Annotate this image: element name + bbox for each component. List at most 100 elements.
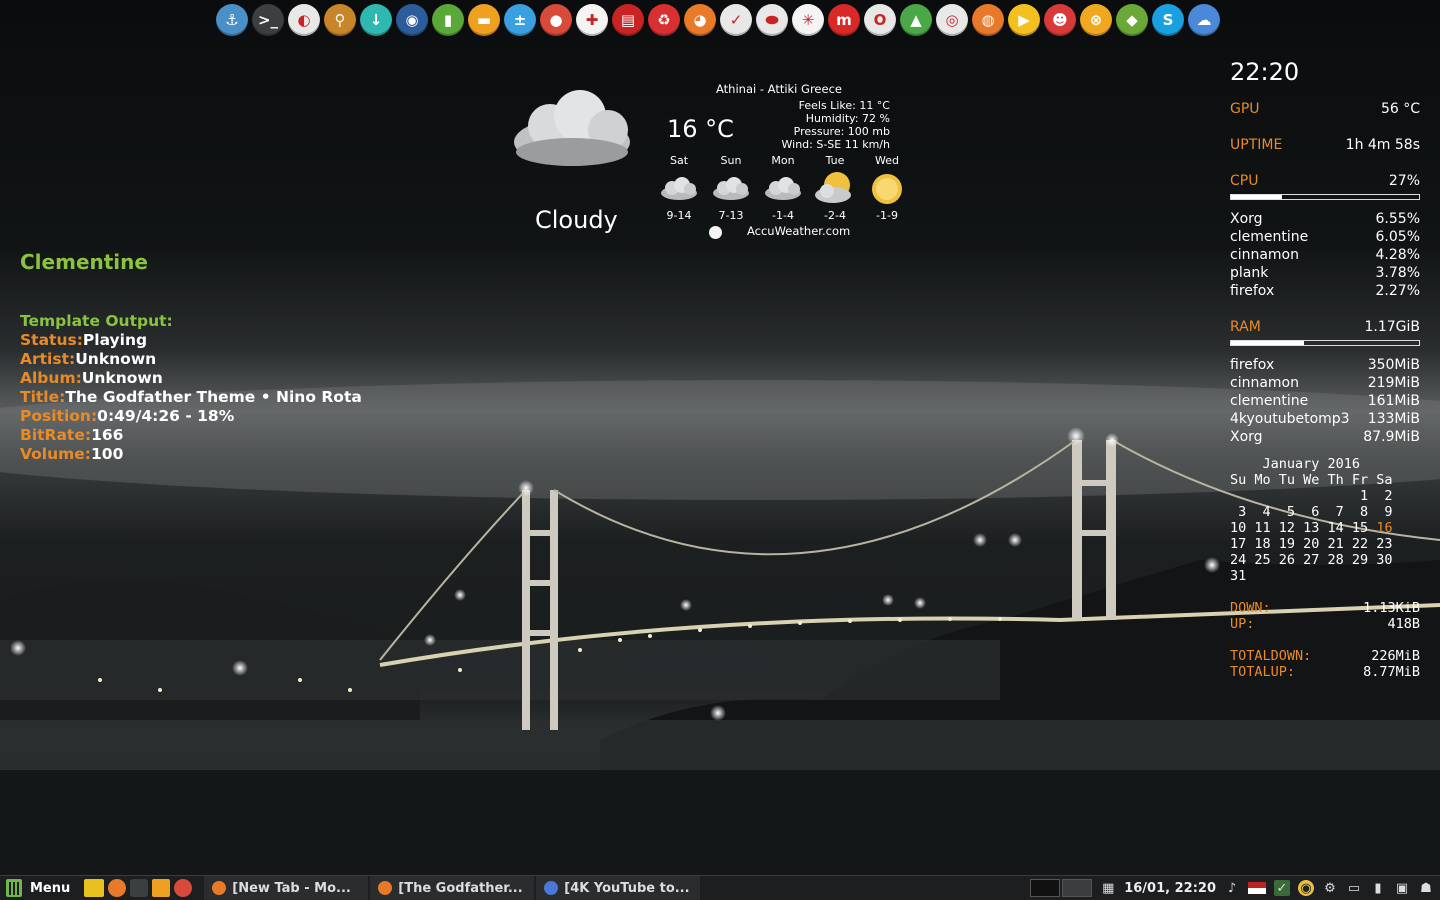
notifications-icon[interactable]: ▭ <box>1346 880 1362 896</box>
record-launcher-icon[interactable] <box>174 879 193 897</box>
media-player-icon[interactable]: ▶ <box>1008 4 1040 36</box>
forecast-day-name: Sun <box>720 154 742 167</box>
clementine-row: Title:The Godfather Theme • Nino Rota <box>20 388 362 407</box>
show-desktop-icon[interactable] <box>84 879 105 897</box>
xbmc-icon[interactable]: ⊗ <box>1080 4 1112 36</box>
process-value: 350MiB <box>1367 357 1420 373</box>
firefox-icon[interactable]: ◕ <box>684 4 716 36</box>
ram-bar-fill <box>1231 341 1305 345</box>
menu-button[interactable]: Menu <box>0 876 76 900</box>
user-icon[interactable]: ☗ <box>1418 880 1434 896</box>
game-icon[interactable]: ☻ <box>1044 4 1076 36</box>
taskbar-window-button[interactable]: [New Tab - Mo... <box>204 875 369 900</box>
totalup-label: TOTALUP: <box>1230 664 1296 680</box>
process-row: 4kyoutubetomp3 133MiB <box>1230 410 1420 428</box>
totaldown-label: TOTALDOWN: <box>1230 648 1312 664</box>
window-app-icon <box>378 881 393 895</box>
fruit-icon[interactable]: ◆ <box>1116 4 1148 36</box>
clipboard-icon[interactable]: ◉ <box>1298 880 1314 896</box>
gpu-row: GPU 56 °C <box>1230 100 1420 118</box>
forecast-range: -2-4 <box>824 209 846 222</box>
firefox-launcher-icon[interactable] <box>108 879 127 897</box>
terminal-icon[interactable]: >_ <box>252 4 284 36</box>
process-value: 87.9MiB <box>1363 429 1420 445</box>
process-name: 4kyoutubetomp3 <box>1230 411 1350 427</box>
panel-launchers <box>84 879 193 897</box>
image-viewer-icon[interactable]: ▲ <box>900 4 932 36</box>
moon-phase-icon <box>709 226 722 239</box>
clementine-value: 100 <box>91 445 124 463</box>
cpu-value: 27% <box>1388 173 1420 189</box>
music-note-icon[interactable]: ♪ <box>1224 880 1240 896</box>
workspace-2[interactable] <box>1062 879 1093 897</box>
cloud-icon <box>514 90 630 166</box>
taskbar-window-button[interactable]: [The Godfather... <box>370 875 535 900</box>
skype-icon[interactable]: S <box>1152 4 1184 36</box>
forecast-sun-cloud-icon <box>809 171 861 207</box>
clementine-row: Volume:100 <box>20 445 362 464</box>
search-icon[interactable]: ⚲ <box>324 4 356 36</box>
clementine-heading: Template Output: <box>20 312 173 330</box>
basketball-icon[interactable]: ◍ <box>972 4 1004 36</box>
download-icon[interactable]: ↓ <box>360 4 392 36</box>
ram-value: 1.17GiB <box>1364 319 1420 335</box>
battery-icon[interactable]: ▮ <box>1370 880 1386 896</box>
forecast-day-name: Tue <box>825 154 845 167</box>
process-name: Xorg <box>1230 211 1263 227</box>
browser-icon[interactable]: ◉ <box>396 4 428 36</box>
usb-icon[interactable]: ▮ <box>432 4 464 36</box>
weather-temperature: 16 °C <box>667 115 734 143</box>
workspace-switcher <box>1030 879 1093 897</box>
settings-gear-icon[interactable]: ⚙ <box>1322 880 1338 896</box>
weather-condition: Cloudy <box>535 206 618 234</box>
process-value: 219MiB <box>1367 375 1420 391</box>
m-app-icon[interactable]: m <box>828 4 860 36</box>
workspace-1[interactable] <box>1030 879 1061 897</box>
taskbar-window-button[interactable]: [4K YouTube to... <box>536 875 701 900</box>
process-name: Xorg <box>1230 429 1263 445</box>
process-row: plank 3.78% <box>1230 264 1420 282</box>
shape-icon[interactable]: ⬬ <box>756 4 788 36</box>
uptime-value: 1h 4m 58s <box>1345 137 1420 153</box>
apps-icon[interactable]: ✚ <box>576 4 608 36</box>
folder-icon[interactable]: ▬ <box>468 4 500 36</box>
process-name: plank <box>1230 265 1269 281</box>
clementine-key: Position: <box>20 407 98 425</box>
process-name: cinnamon <box>1230 247 1299 263</box>
terminal-launcher-icon[interactable] <box>130 879 149 897</box>
network-icon[interactable]: ▣ <box>1394 880 1410 896</box>
tasks-icon[interactable]: ✓ <box>720 4 752 36</box>
process-row: Xorg 6.55% <box>1230 210 1420 228</box>
mint-logo-icon <box>6 879 22 897</box>
taskbar-clock[interactable]: 16/01, 22:20 <box>1124 881 1216 896</box>
network-stats: DOWN: 1.13KiB UP: 418B TOTALDOWN: 226MiB TO… <box>1230 600 1420 680</box>
files-launcher-icon[interactable] <box>152 879 171 897</box>
pinwheel-icon[interactable]: ✳ <box>792 4 824 36</box>
gpu-value: 56 °C <box>1380 101 1420 117</box>
weather-source: AccuWeather.com <box>747 224 851 238</box>
record-icon[interactable]: ● <box>540 4 572 36</box>
opera-icon[interactable]: O <box>864 4 896 36</box>
pdf-icon[interactable]: ▤ <box>612 4 644 36</box>
recycle-icon[interactable]: ♻ <box>648 4 680 36</box>
cloud-sync-icon[interactable]: ☁ <box>1188 4 1220 36</box>
update-shield-icon[interactable]: ✓ <box>1274 880 1290 896</box>
clementine-title: Clementine <box>20 250 148 274</box>
calendar-applet-icon[interactable]: ▦ <box>1100 880 1116 896</box>
calculator-icon[interactable]: ± <box>504 4 536 36</box>
cpu-bar-fill <box>1231 195 1282 199</box>
totalup-value: 8.77MiB <box>1363 664 1420 680</box>
clementine-value: Unknown <box>81 369 163 387</box>
clementine-value: Unknown <box>75 350 157 368</box>
taskbar: Menu [New Tab - Mo... [The Godfather... [4… <box>0 875 1440 900</box>
calendar-week: 1 2 <box>1230 488 1393 504</box>
chrome-icon[interactable]: ◎ <box>936 4 968 36</box>
toggle-icon[interactable]: ◐ <box>288 4 320 36</box>
window-title: [The Godfather... <box>398 880 523 896</box>
keyboard-flag-icon[interactable] <box>1248 882 1266 894</box>
process-row: cinnamon 4.28% <box>1230 246 1420 264</box>
anchor-icon[interactable]: ⚓ <box>216 4 248 36</box>
weather-location: Athinai - Attiki Greece <box>716 82 842 96</box>
weather-feels-like: Feels Like: 11 °C <box>798 99 890 112</box>
process-value: 133MiB <box>1367 411 1420 427</box>
